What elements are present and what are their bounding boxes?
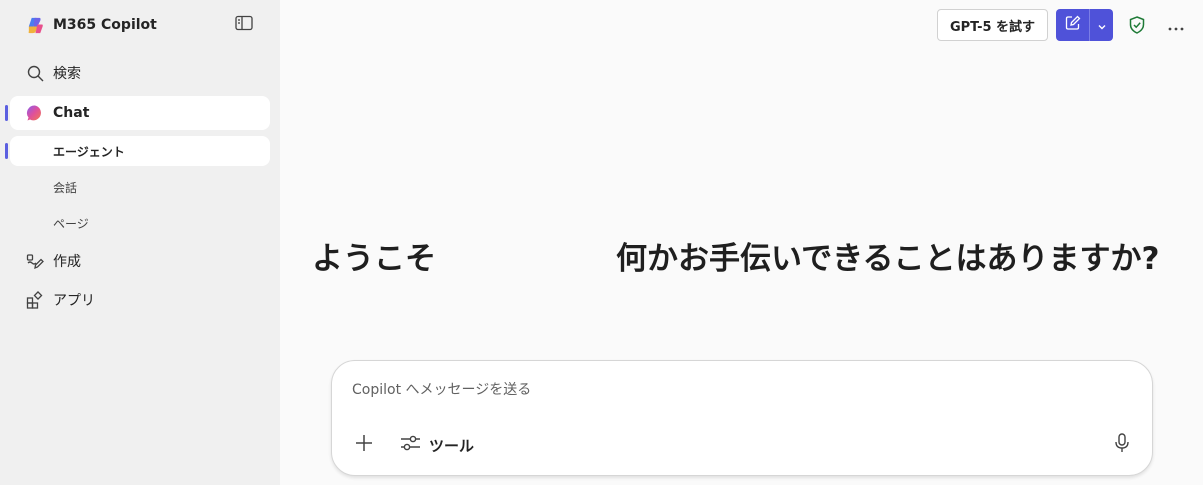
- search-icon: [26, 64, 44, 82]
- m365-copilot-logo-icon: [26, 16, 45, 35]
- apps-icon: [26, 291, 44, 309]
- sidebar-subitem-pages[interactable]: ページ: [10, 208, 270, 238]
- more-options-button[interactable]: [1166, 15, 1186, 35]
- app-title: M365 Copilot: [53, 17, 157, 33]
- message-composer: ツール: [331, 360, 1153, 476]
- sidebar-subitem-agents[interactable]: エージェント: [10, 136, 270, 166]
- copilot-app: M365 Copilot 検索 Chat エージェント 会話 ページ 作成 アプ…: [0, 0, 1203, 485]
- selection-indicator: [5, 105, 8, 121]
- plus-icon: [354, 433, 374, 457]
- message-input[interactable]: [352, 377, 1112, 403]
- compose-icon: [1065, 15, 1081, 35]
- microphone-icon: [1114, 433, 1130, 457]
- sidebar-item-chat[interactable]: Chat: [10, 96, 270, 130]
- new-chat-split-button[interactable]: [1056, 9, 1113, 41]
- copilot-chat-icon: [26, 104, 44, 122]
- more-horizontal-icon: [1168, 16, 1184, 35]
- add-attachment-button[interactable]: [352, 433, 376, 457]
- sliders-icon: [400, 434, 421, 456]
- microphone-button[interactable]: [1110, 433, 1134, 457]
- sidebar-subitem-label: 会話: [53, 180, 78, 195]
- selection-indicator: [5, 143, 8, 159]
- sidebar-subitem-label: エージェント: [53, 144, 125, 159]
- tools-button[interactable]: ツール: [400, 433, 474, 457]
- sidebar-item-search[interactable]: 検索: [10, 58, 270, 88]
- chevron-down-icon: [1097, 16, 1107, 35]
- sidebar-item-label: 検索: [53, 66, 81, 82]
- collapse-sidebar-button[interactable]: [234, 15, 254, 35]
- create-icon: [26, 252, 44, 270]
- brand: M365 Copilot: [26, 15, 157, 35]
- sidebar-item-label: 作成: [53, 254, 81, 270]
- new-chat-dropdown-button[interactable]: [1090, 9, 1113, 41]
- greeting-question: 何かお手伝いできることはありますか?: [616, 241, 1160, 277]
- greeting-welcome: ようこそ: [312, 241, 436, 277]
- sidebar: M365 Copilot 検索 Chat エージェント 会話 ページ 作成 アプ…: [0, 0, 280, 485]
- tools-label: ツール: [429, 436, 475, 455]
- sidebar-item-apps[interactable]: アプリ: [10, 285, 270, 315]
- try-gpt5-button[interactable]: GPT-5 を試す: [937, 9, 1048, 41]
- enterprise-protection-shield-icon[interactable]: [1127, 15, 1147, 35]
- sidebar-subitem-label: ページ: [53, 216, 89, 231]
- sidebar-item-create[interactable]: 作成: [10, 246, 270, 276]
- sidebar-toggle-icon: [235, 15, 253, 35]
- sidebar-item-label: アプリ: [53, 293, 95, 309]
- sidebar-item-label: Chat: [53, 105, 90, 121]
- new-chat-button[interactable]: [1056, 9, 1089, 41]
- sidebar-subitem-conversations[interactable]: 会話: [10, 172, 270, 202]
